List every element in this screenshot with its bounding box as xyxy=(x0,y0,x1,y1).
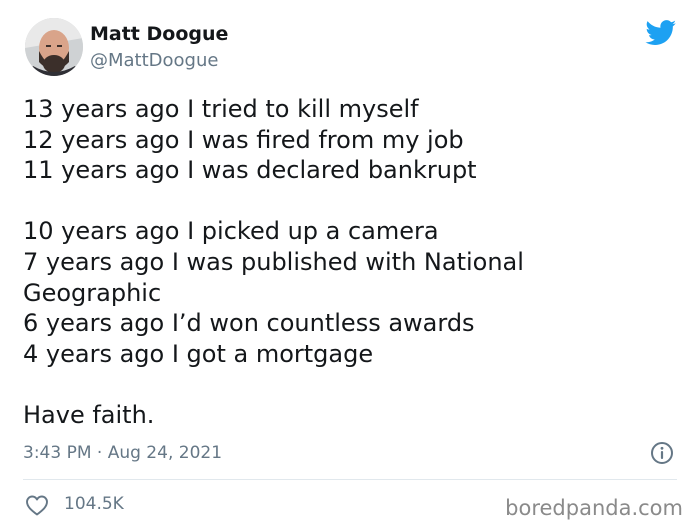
twitter-bird-icon xyxy=(645,20,677,46)
tweet-text: 13 years ago I tried to kill myself 12 y… xyxy=(23,94,663,431)
tweet-line: 4 years ago I got a mortgage xyxy=(23,339,374,368)
tweet-line: 12 years ago I was fired from my job xyxy=(23,125,464,154)
avatar[interactable] xyxy=(25,18,83,76)
tweet-closing-line: Have faith. xyxy=(23,400,155,429)
tweet-line: 7 years ago I was published with Nationa… xyxy=(23,247,524,276)
tweet-line: 11 years ago I was declared bankrupt xyxy=(23,156,477,185)
tweet-line: 6 years ago I’d won countless awards xyxy=(23,309,475,338)
heart-icon[interactable] xyxy=(25,494,49,516)
display-name[interactable]: Matt Doogue xyxy=(90,22,228,46)
user-handle[interactable]: @MattDoogue xyxy=(90,50,218,72)
info-icon[interactable] xyxy=(650,441,674,465)
like-count: 104.5K xyxy=(64,494,124,514)
tweet-line: Geographic xyxy=(23,278,162,307)
tweet-line: 13 years ago I tried to kill myself xyxy=(23,95,419,123)
tweet-timestamp[interactable]: 3:43 PM · Aug 24, 2021 xyxy=(23,442,222,464)
divider xyxy=(23,479,677,480)
tweet-line: 10 years ago I picked up a camera xyxy=(23,217,439,246)
watermark: boredpanda.com xyxy=(505,496,683,520)
